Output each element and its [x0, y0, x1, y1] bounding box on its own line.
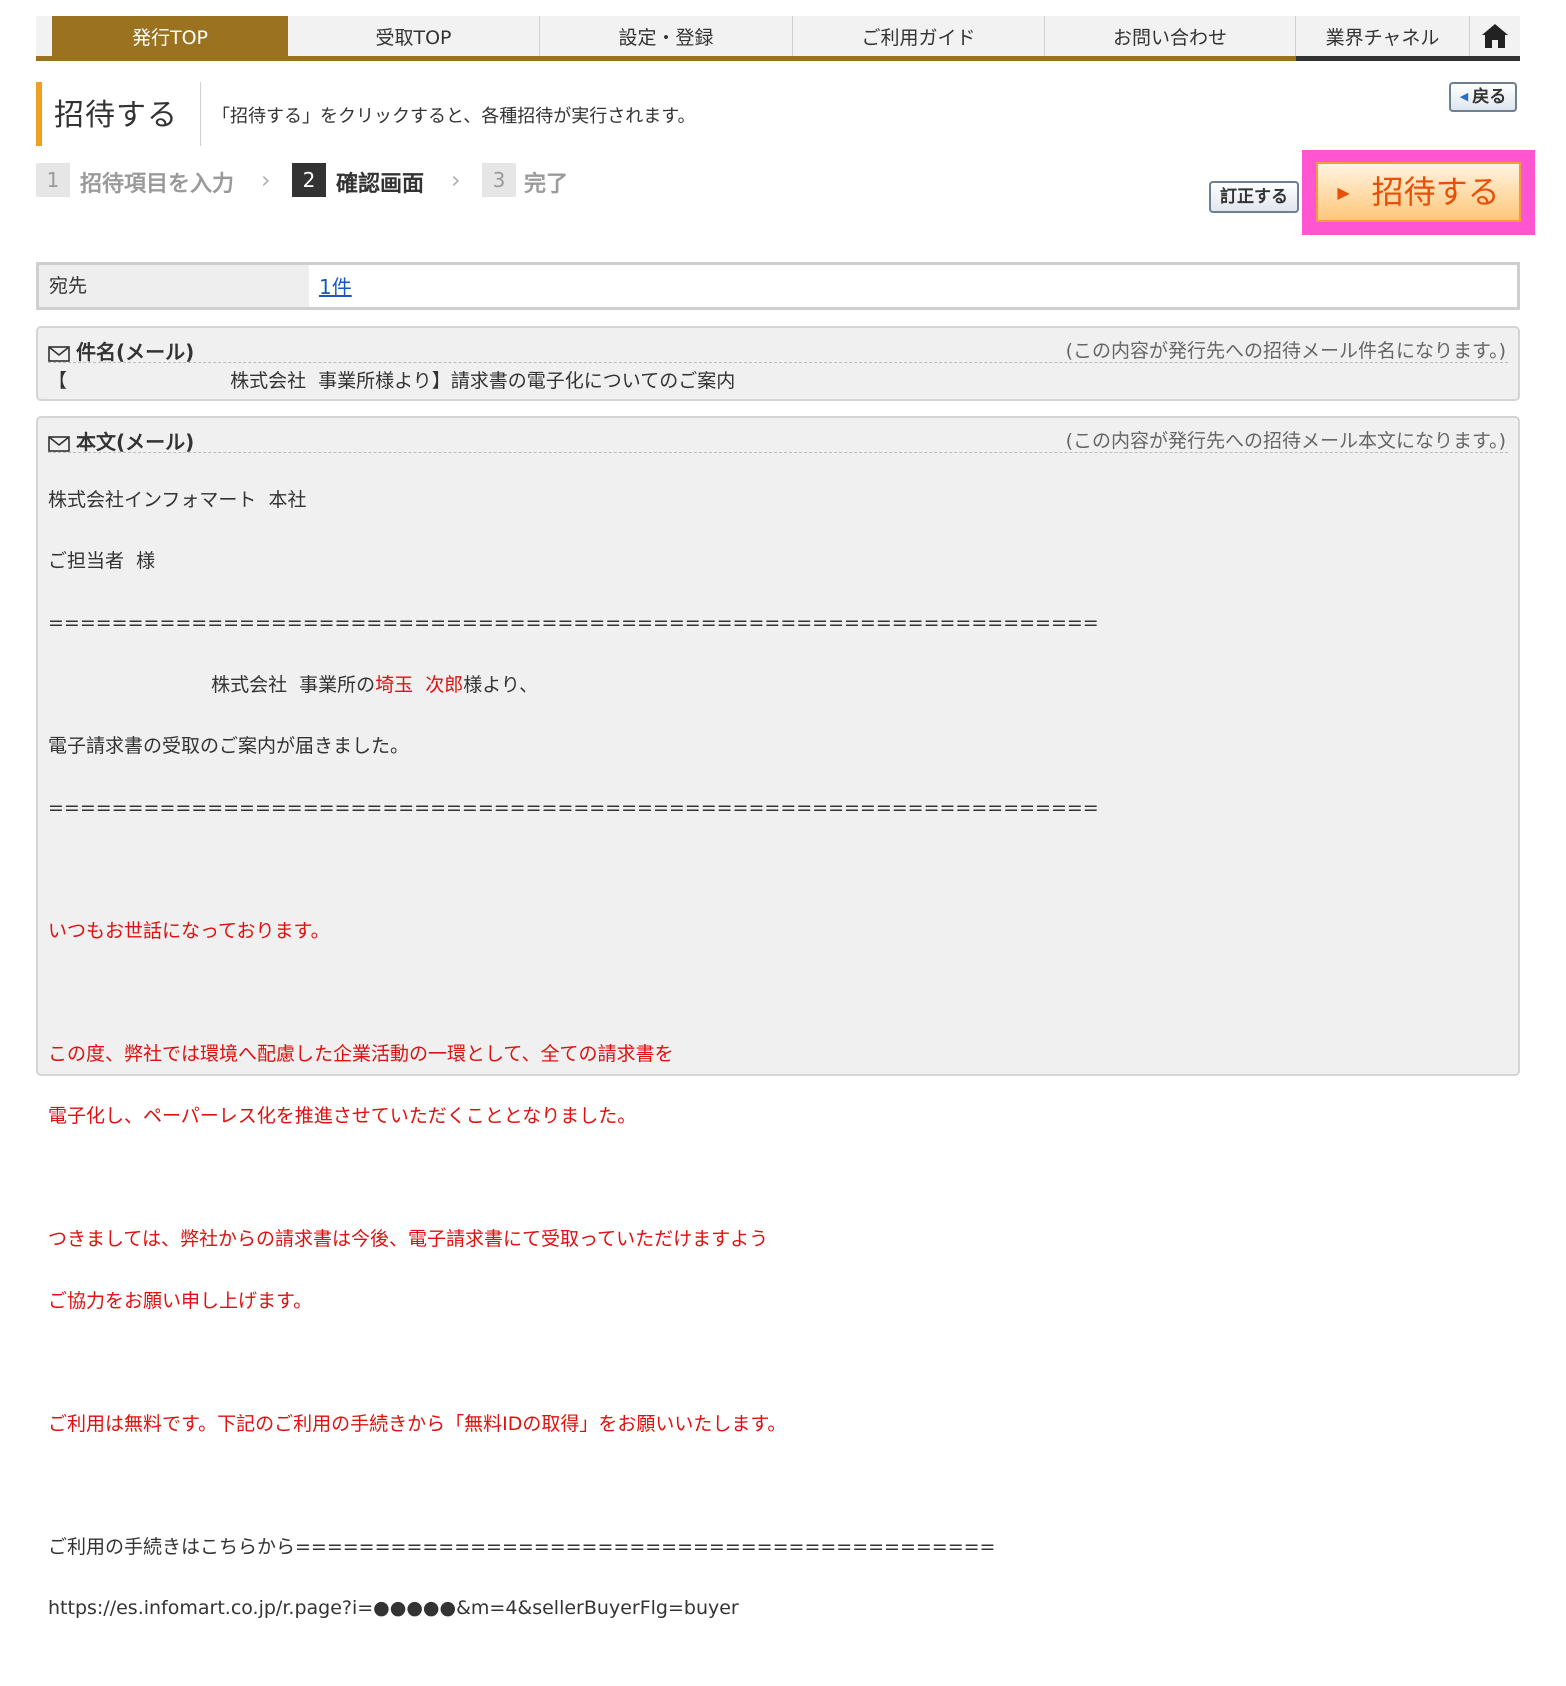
- page-description: 「招待する」をクリックすると、各種招待が実行されます。: [212, 106, 696, 127]
- body-line: ご担当者 様: [48, 550, 156, 573]
- title-accent-bar: [36, 82, 42, 146]
- play-arrow-icon: ▶: [1337, 183, 1350, 202]
- step-3-number: 3: [482, 163, 516, 197]
- invite-button[interactable]: ▶ 招待する: [1316, 162, 1521, 222]
- mail-icon: [48, 346, 70, 362]
- step-1-number: 1: [36, 163, 70, 197]
- tab-issue-top[interactable]: 発行TOP: [52, 16, 288, 56]
- body-line: 株式会社 事業所の埼玉 次郎様より、: [48, 673, 539, 696]
- body-line: ご協力をお願い申し上げます。: [48, 1289, 313, 1312]
- step-arrow-icon: ›: [451, 166, 461, 194]
- recipient-count-link[interactable]: 1件: [319, 265, 352, 309]
- subject-panel: 件名(メール) (この内容が発行先への招待メール件名になります。) 【 株式会社…: [36, 326, 1520, 401]
- recipient-row: 宛先 1件: [36, 262, 1520, 310]
- step-2-number: 2: [292, 163, 326, 197]
- registration-url: https://es.infomart.co.jp/r.page?i=●●●●●…: [48, 1597, 739, 1620]
- page-title: 招待する: [54, 98, 178, 133]
- back-button[interactable]: ◀ 戻る: [1449, 82, 1517, 112]
- step-arrow-icon: ›: [261, 166, 271, 194]
- body-separator: ========================================…: [48, 611, 1099, 634]
- body-line: つきましては、弊社からの請求書は今後、電子請求書にて受取っていただけますよう: [48, 1227, 769, 1250]
- tab-contact[interactable]: お問い合わせ: [1045, 16, 1296, 56]
- body-line: 電子化し、ペーパーレス化を推進させていただくこととなりました。: [48, 1104, 637, 1127]
- tab-guide[interactable]: ご利用ガイド: [793, 16, 1045, 56]
- step-2-label: 確認画面: [336, 172, 425, 197]
- invite-button-label: 招待する: [1371, 173, 1500, 211]
- tab-industry-channel[interactable]: 業界チャネル: [1296, 16, 1470, 56]
- nav-underline: [36, 56, 1296, 61]
- mail-icon: [48, 436, 70, 452]
- body-line: 株式会社インフォマート 本社: [48, 488, 307, 511]
- body-title: 本文(メール): [48, 426, 194, 455]
- nav-underline-dark: [1296, 56, 1520, 61]
- body-title-text: 本文(メール): [76, 430, 195, 454]
- subject-text: 【 株式会社 事業所様より】請求書の電子化についてのご案内: [48, 370, 736, 392]
- correct-button[interactable]: 訂正する: [1209, 181, 1299, 213]
- body-note: (この内容が発行先への招待メール本文になります。): [1065, 430, 1506, 452]
- mail-body: 株式会社インフォマート 本社 ご担当者 様 ==================…: [48, 454, 1099, 1686]
- body-separator: ========================================…: [48, 796, 1099, 819]
- home-icon[interactable]: [1470, 16, 1520, 56]
- body-panel-header: 本文(メール) (この内容が発行先への招待メール本文になります。): [48, 426, 1508, 455]
- back-button-label: 戻る: [1472, 87, 1507, 107]
- step-3-label: 完了: [524, 172, 569, 197]
- body-line: この度、弊社では環境へ配慮した企業活動の一環として、全ての請求書を: [48, 1043, 674, 1066]
- step-1-label: 招待項目を入力: [80, 172, 235, 197]
- body-line: ご利用は無料です。下記のご利用の手続きから「無料IDの取得」をお願いいたします。: [48, 1412, 787, 1435]
- recipient-label: 宛先: [39, 265, 309, 307]
- subject-title-text: 件名(メール): [76, 340, 195, 364]
- back-arrow-icon: ◀: [1459, 90, 1469, 103]
- subject-panel-header: 件名(メール) (この内容が発行先への招待メール件名になります。): [48, 336, 1508, 365]
- body-panel: 本文(メール) (この内容が発行先への招待メール本文になります。) 株式会社イン…: [36, 416, 1520, 1619]
- subject-title: 件名(メール): [48, 336, 194, 365]
- body-line: 電子請求書の受取のご案内が届きました。: [48, 735, 410, 758]
- sender-name: 埼玉 次郎: [375, 673, 464, 696]
- body-line: いつもお世話になっております。: [48, 919, 330, 942]
- title-separator: [200, 82, 201, 146]
- tab-settings[interactable]: 設定・登録: [540, 16, 793, 56]
- tab-receive-top[interactable]: 受取TOP: [288, 16, 540, 56]
- body-line: ご利用の手続きはこちらから===========================…: [48, 1535, 996, 1558]
- subject-note: (この内容が発行先への招待メール件名になります。): [1065, 340, 1506, 362]
